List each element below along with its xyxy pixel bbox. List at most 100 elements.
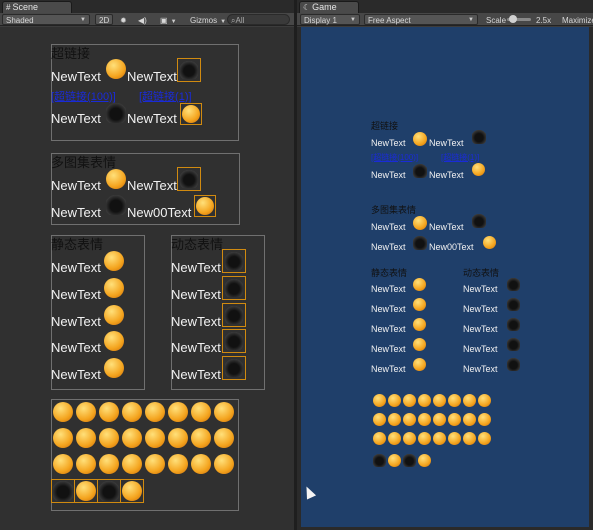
- scene-text: NewText: [51, 178, 101, 193]
- game-text: NewText: [371, 284, 406, 294]
- emoji-dark-icon: [413, 236, 427, 250]
- tab-scene[interactable]: # Scene: [2, 1, 72, 13]
- game-text: NewText: [371, 138, 406, 148]
- emoji-icon: [145, 402, 165, 422]
- emoji-icon: [122, 402, 142, 422]
- scene-text: NewText: [51, 367, 101, 382]
- mode-2d-toggle[interactable]: 2D: [95, 14, 114, 25]
- scene-icon: #: [6, 3, 11, 12]
- game-text: New00Text: [429, 242, 474, 252]
- hyperlink-1[interactable]: [超链接(1)]: [139, 88, 192, 104]
- game-text: NewText: [463, 344, 498, 354]
- emoji-icon: [418, 394, 431, 407]
- emoji-icon: [373, 394, 386, 407]
- emoji-icon: [388, 454, 401, 467]
- emoji-icon: [433, 432, 446, 445]
- scene-text: NewText: [171, 340, 221, 355]
- emoji-smile-icon: [106, 59, 126, 79]
- multi-atlas-title: 多图集表情: [51, 155, 117, 170]
- emoji-icon: [448, 413, 461, 426]
- lighting-icon[interactable]: ✹: [116, 14, 131, 25]
- emoji-icon: [418, 413, 431, 426]
- scene-viewport[interactable]: 超链接 NewText NewText [超链接(100)] [超链接(1)] …: [0, 27, 294, 530]
- game-text: NewText: [371, 222, 406, 232]
- emoji-icon: [478, 394, 491, 407]
- hyperlink-title: 超链接: [51, 46, 91, 61]
- emoji-icon: [168, 428, 188, 448]
- emoji-dark-icon: [472, 214, 486, 228]
- tab-game[interactable]: ☾ Game: [299, 1, 359, 13]
- hyperlink-100[interactable]: [超链接(100)]: [51, 88, 116, 104]
- emoji-static-icon: [104, 278, 124, 298]
- emoji-icon: [53, 454, 73, 474]
- emoji-icon: [478, 413, 491, 426]
- emoji-icon: [145, 428, 165, 448]
- emoji-icon: [403, 394, 416, 407]
- game-icon: ☾: [303, 3, 311, 12]
- dynamic-title: 动态表情: [171, 237, 224, 252]
- audio-icon[interactable]: ◀): [134, 14, 151, 25]
- emoji-static-icon: [104, 251, 124, 271]
- game-text: NewText: [371, 344, 406, 354]
- emoji-dynamic-icon: [507, 338, 520, 351]
- emoji-dark-icon: [180, 170, 198, 188]
- scene-text: NewText: [127, 111, 177, 126]
- game-text: NewText: [371, 170, 406, 180]
- game-panel: ☾ Game Display 1 ▼ Free Aspect ▼ Scale 2.5x…: [297, 0, 593, 530]
- emoji-smile-icon: [182, 105, 200, 123]
- scene-text: NewText: [51, 260, 101, 275]
- hyperlink-1[interactable]: [超链接(1)]: [441, 152, 479, 163]
- display-dropdown[interactable]: Display 1 ▼: [300, 14, 360, 25]
- scene-text: NewText: [171, 314, 221, 329]
- effects-icon[interactable]: ▣ ▼: [156, 14, 181, 25]
- emoji-static-icon: [413, 338, 426, 351]
- shading-mode-dropdown[interactable]: Shaded ▼: [2, 14, 90, 25]
- game-text: NewText: [371, 324, 406, 334]
- emoji-dynamic-icon: [225, 306, 243, 324]
- emoji-icon: [388, 432, 401, 445]
- emoji-smile-icon: [413, 132, 427, 146]
- aspect-dropdown[interactable]: Free Aspect ▼: [364, 14, 478, 25]
- scene-text: NewText: [171, 367, 221, 382]
- multi-atlas-title: 多图集表情: [371, 205, 417, 215]
- emoji-icon: [388, 394, 401, 407]
- emoji-dark-icon: [53, 481, 73, 501]
- scene-text: NewText: [171, 260, 221, 275]
- scene-text: NewText: [127, 178, 177, 193]
- emoji-icon: [448, 432, 461, 445]
- game-tab-bar: ☾ Game: [297, 0, 593, 13]
- static-title: 静态表情: [51, 237, 104, 252]
- static-title: 静态表情: [371, 268, 408, 278]
- gizmos-dropdown[interactable]: Gizmos ▼: [186, 14, 230, 25]
- scene-tab-bar: # Scene: [0, 0, 294, 13]
- scene-search-input[interactable]: ⌕All: [227, 14, 290, 25]
- maximize-on-play-toggle[interactable]: Maximize: [558, 14, 593, 25]
- emoji-dark-icon: [373, 454, 386, 467]
- emoji-static-icon: [104, 358, 124, 378]
- emoji-static-icon: [413, 298, 426, 311]
- game-canvas[interactable]: 超链接 NewText NewText [超链接(100)] [超链接(1)] …: [301, 27, 589, 527]
- game-toolbar: Display 1 ▼ Free Aspect ▼ Scale 2.5x Maxim…: [297, 13, 593, 26]
- scene-text: NewText: [51, 111, 101, 126]
- scene-text: NewText: [51, 340, 101, 355]
- emoji-smile-icon: [472, 163, 485, 176]
- emoji-icon: [403, 413, 416, 426]
- game-text: NewText: [371, 242, 406, 252]
- scale-value: 2.5x: [536, 16, 552, 25]
- emoji-icon: [478, 432, 491, 445]
- emoji-dynamic-icon: [507, 318, 520, 331]
- emoji-icon: [53, 428, 73, 448]
- emoji-icon: [463, 432, 476, 445]
- emoji-icon: [145, 454, 165, 474]
- emoji-icon: [214, 454, 234, 474]
- scale-label: Scale: [486, 16, 507, 25]
- emoji-dynamic-icon: [225, 279, 243, 297]
- scene-text: NewText: [51, 287, 101, 302]
- emoji-icon: [191, 428, 211, 448]
- emoji-icon: [403, 432, 416, 445]
- emoji-dark-icon: [99, 481, 119, 501]
- scale-slider-thumb[interactable]: [509, 15, 517, 23]
- emoji-icon: [463, 413, 476, 426]
- hyperlink-100[interactable]: [超链接(100)]: [371, 152, 418, 163]
- emoji-smile-icon: [196, 197, 214, 215]
